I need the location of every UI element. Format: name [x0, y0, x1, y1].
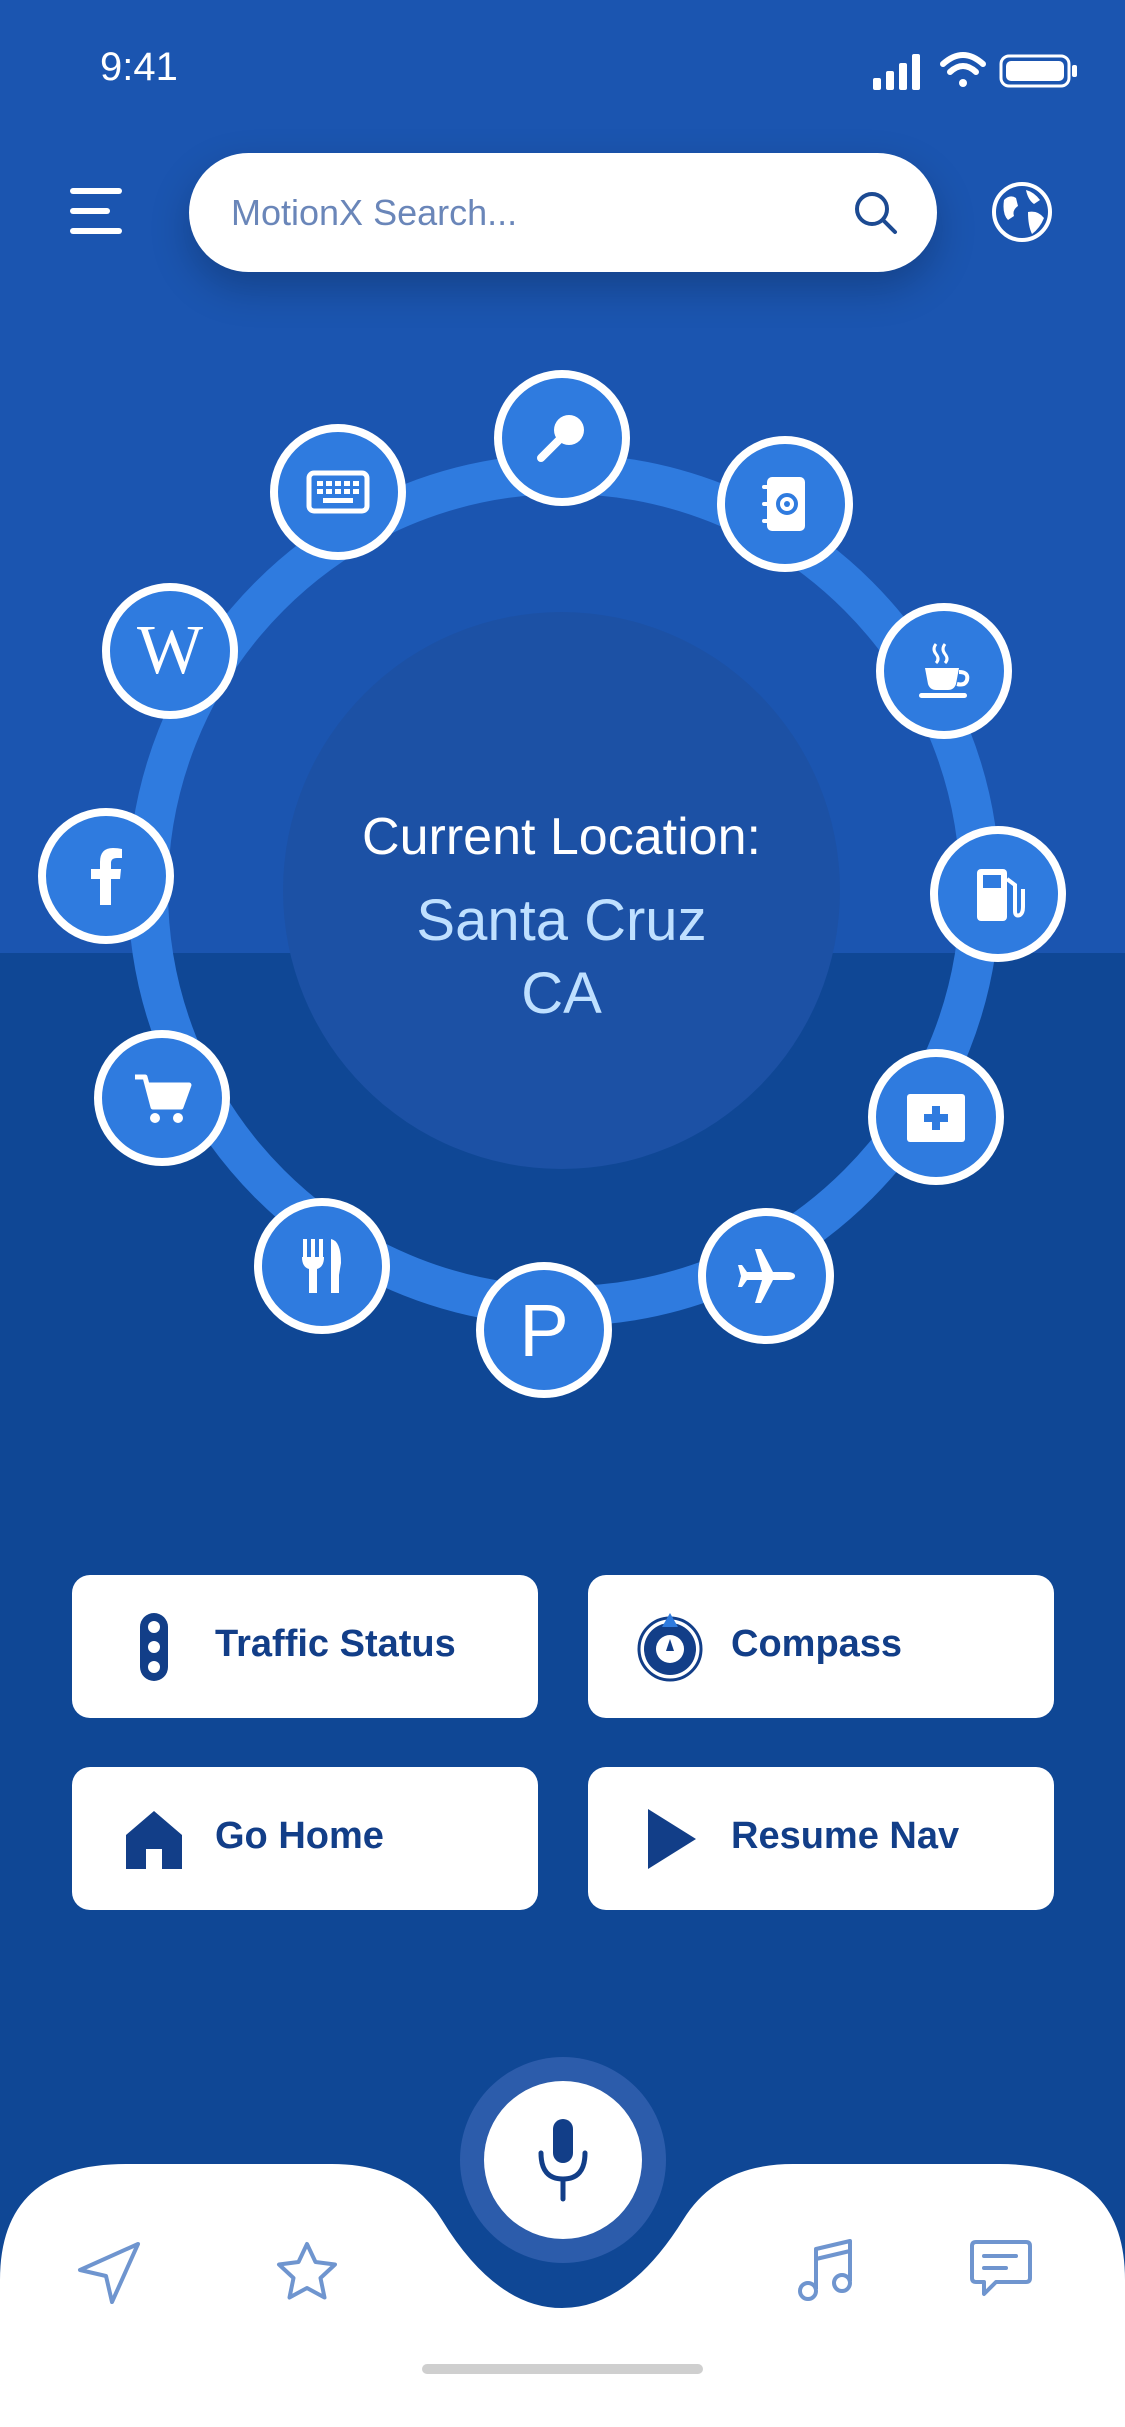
compass-button[interactable]: Compass	[588, 1575, 1054, 1718]
wikipedia-icon: W	[136, 612, 204, 689]
search-icon[interactable]	[851, 188, 901, 238]
chat-icon[interactable]	[966, 2234, 1036, 2304]
home-icon	[126, 1811, 182, 1869]
facebook-icon	[91, 848, 122, 905]
ring-item-search[interactable]	[494, 370, 630, 506]
wifi-icon	[940, 52, 986, 87]
traffic-light-icon	[140, 1613, 168, 1681]
compass-label: Compass	[731, 1623, 903, 1665]
coffee-cup-icon	[919, 643, 970, 698]
address-book-icon	[762, 477, 805, 531]
home-indicator	[422, 2364, 703, 2374]
navigate-icon[interactable]	[74, 2238, 144, 2308]
traffic-status-label: Traffic Status	[215, 1623, 456, 1665]
search-input[interactable]	[229, 177, 813, 249]
resume-nav-label: Resume Nav	[731, 1815, 960, 1857]
search-bar	[189, 153, 937, 272]
ring-item-wikipedia[interactable]: W	[102, 583, 238, 719]
ring-item-food[interactable]	[254, 1198, 390, 1334]
music-note-icon[interactable]	[792, 2235, 862, 2305]
menu-button[interactable]	[70, 188, 122, 236]
compass-icon	[637, 1613, 703, 1682]
fork-knife-icon	[302, 1239, 341, 1293]
mic-icon	[538, 2119, 588, 2202]
parking-icon: P	[519, 1288, 569, 1372]
ring-item-coffee[interactable]	[876, 603, 1012, 739]
first-aid-icon	[907, 1094, 965, 1142]
traffic-status-button[interactable]: Traffic Status	[72, 1575, 538, 1718]
cellular-signal-icon	[873, 54, 920, 90]
status-time: 9:41	[100, 45, 178, 89]
ring-item-keyboard[interactable]	[270, 424, 406, 560]
globe-icon[interactable]	[990, 180, 1054, 244]
ring-item-contacts[interactable]	[717, 436, 853, 572]
voice-input-button[interactable]	[484, 2081, 642, 2239]
battery-icon	[999, 54, 1077, 88]
gas-pump-icon	[977, 869, 1025, 921]
play-icon	[648, 1809, 696, 1869]
go-home-button[interactable]: Go Home	[72, 1767, 538, 1910]
ring-item-parking[interactable]: P	[476, 1262, 612, 1398]
resume-nav-button[interactable]: Resume Nav	[588, 1767, 1054, 1910]
status-icons	[873, 52, 1077, 90]
airplane-icon	[738, 1249, 795, 1303]
ring-item-facebook[interactable]	[38, 808, 174, 944]
magnifier-icon	[537, 415, 584, 462]
shopping-cart-icon	[135, 1074, 192, 1123]
ring-item-shopping[interactable]	[94, 1030, 230, 1166]
menu-icon	[70, 188, 122, 194]
star-icon[interactable]	[272, 2238, 342, 2308]
go-home-label: Go Home	[215, 1815, 384, 1857]
ring-item-airport[interactable]	[698, 1208, 834, 1344]
ring-item-gas[interactable]	[930, 826, 1066, 962]
ring-item-medical[interactable]	[868, 1049, 1004, 1185]
keyboard-icon	[306, 470, 370, 514]
